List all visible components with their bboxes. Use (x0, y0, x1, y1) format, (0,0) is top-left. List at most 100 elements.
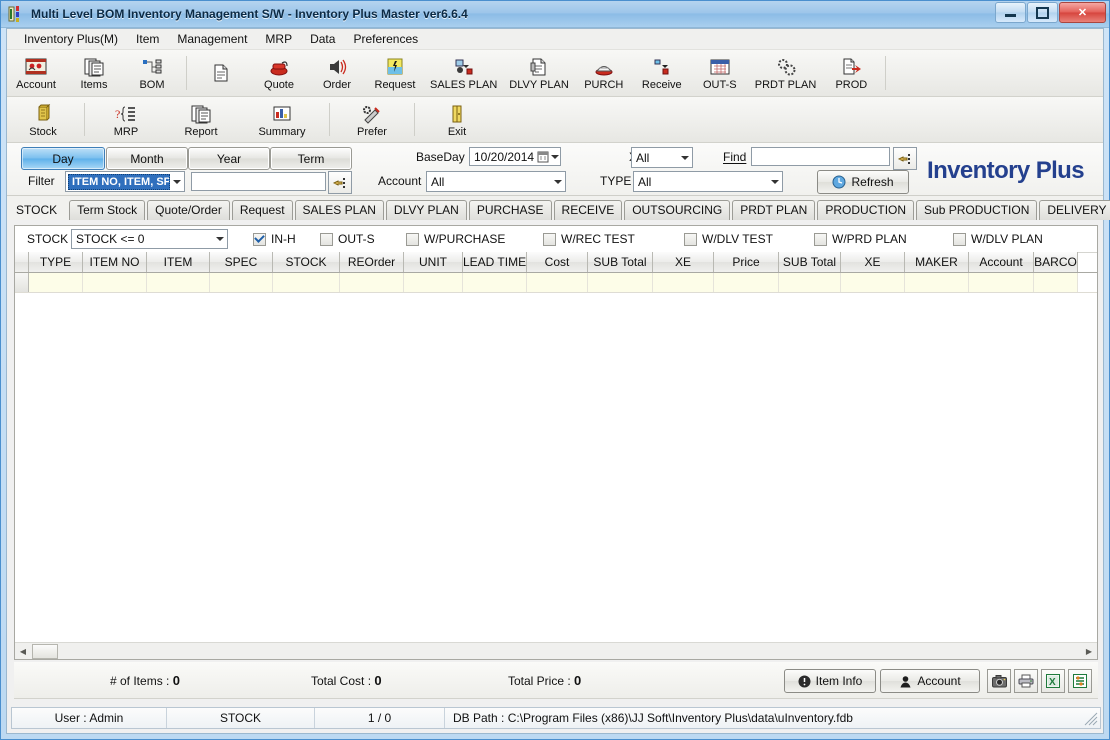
grid-cell[interactable] (147, 273, 210, 292)
grid-header-cell[interactable]: UNIT (404, 252, 463, 272)
tab-purchase[interactable]: PURCHASE (468, 200, 552, 220)
grid-cell[interactable] (463, 273, 527, 292)
tab-delivery[interactable]: DELIVERY (1039, 200, 1110, 220)
account-button[interactable]: Account (880, 669, 980, 693)
toolbar-button-account[interactable]: Account (7, 50, 65, 96)
baseday-dropdown[interactable] (537, 148, 559, 165)
toolbar-button-prefer[interactable]: Prefer (335, 97, 409, 142)
filter-picker-button[interactable] (328, 171, 352, 194)
grid-cell[interactable] (588, 273, 653, 292)
filter-text-input[interactable] (191, 172, 326, 191)
grid-cell[interactable] (841, 273, 905, 292)
account-select[interactable]: All (426, 171, 566, 192)
grid-cell[interactable] (714, 273, 779, 292)
period-button-day[interactable]: Day (21, 147, 105, 170)
toolbar-button-bom[interactable]: BOM (123, 50, 181, 96)
toolbar-button-purchase[interactable]: DLVY PLAN (503, 50, 575, 96)
grid-header-cell[interactable]: STOCK (273, 252, 340, 272)
toolbar-button-quote[interactable] (192, 50, 250, 96)
grid-cell[interactable] (969, 273, 1034, 292)
grid-header-cell[interactable]: Price (714, 252, 779, 272)
toolbar-button-request[interactable]: Order (308, 50, 366, 96)
grid-header-cell[interactable]: Cost (527, 252, 588, 272)
horizontal-scrollbar[interactable]: ◀ ▶ (15, 642, 1097, 659)
xe-select[interactable]: All (631, 147, 693, 168)
find-input[interactable] (751, 147, 890, 166)
tab-request[interactable]: Request (231, 200, 293, 220)
tab-quote-order[interactable]: Quote/Order (147, 200, 230, 220)
checkbox-w-dlv-test[interactable]: W/DLV TEST (684, 232, 773, 246)
close-button[interactable]: ✕ (1059, 2, 1106, 23)
checkbox-w-rec-test[interactable]: W/REC TEST (543, 232, 635, 246)
grid-header-cell[interactable]: MAKER (905, 252, 969, 272)
grid-header-cell[interactable]: ITEM NO (83, 252, 147, 272)
period-button-term[interactable]: Term (270, 147, 352, 170)
maximize-button[interactable] (1027, 2, 1058, 23)
grid-header-cell[interactable]: SUB Total (779, 252, 841, 272)
checkbox-in-h[interactable]: IN-H (253, 232, 296, 246)
toolbar-button-order[interactable]: Quote (250, 50, 308, 96)
grid-cell[interactable] (527, 273, 588, 292)
checkbox-w-prd-plan[interactable]: W/PRD PLAN (814, 232, 907, 246)
grid-cell[interactable] (779, 273, 841, 292)
toolbar-button-summary[interactable]: Summary (240, 97, 324, 142)
period-button-month[interactable]: Month (106, 147, 188, 170)
excel-icon[interactable]: X (1041, 669, 1065, 693)
toolbar-button-report[interactable]: Report (162, 97, 240, 142)
grid-header-cell[interactable]: REOrder (340, 252, 404, 272)
toolbar-button-production[interactable]: PRDT PLAN (749, 50, 823, 96)
toolbar-button-prdt-plan[interactable]: OUT-S (691, 50, 749, 96)
grid-header-cell[interactable]: TYPE (29, 252, 83, 272)
tab-sub-production[interactable]: Sub PRODUCTION (916, 200, 1038, 220)
grid-header-cell[interactable]: BARCO (1034, 252, 1078, 272)
refresh-button[interactable]: Refresh (817, 170, 909, 194)
grid-cell[interactable] (29, 273, 83, 292)
grid-header-cell[interactable]: XE (841, 252, 905, 272)
printer-icon[interactable] (1014, 669, 1038, 693)
menu-item-management[interactable]: Management (168, 30, 256, 48)
menu-item-data[interactable]: Data (301, 30, 344, 48)
grid-cell[interactable] (905, 273, 969, 292)
properties-icon[interactable] (1068, 669, 1092, 693)
tab-dlvy-plan[interactable]: DLVY PLAN (385, 200, 467, 220)
toolbar-button-sales-plan[interactable]: Request (366, 50, 424, 96)
tab-production[interactable]: PRODUCTION (817, 200, 915, 220)
grid-cell[interactable] (273, 273, 340, 292)
menu-item-item[interactable]: Item (127, 30, 168, 48)
tab-receive[interactable]: RECEIVE (553, 200, 623, 220)
toolbar-button-items[interactable]: Items (65, 50, 123, 96)
grid-header-cell[interactable]: ITEM (147, 252, 210, 272)
toolbar-button-receive[interactable]: PURCH (575, 50, 633, 96)
grid-row-selector[interactable] (15, 273, 29, 292)
grid-cell[interactable] (653, 273, 714, 292)
filter-select[interactable]: ITEM NO, ITEM, SP (65, 171, 185, 192)
menu-item-mrp[interactable]: MRP (256, 30, 301, 48)
checkbox-w-purchase[interactable]: W/PURCHASE (406, 232, 505, 246)
grid-header-cell[interactable]: SUB Total (588, 252, 653, 272)
tab-prdt-plan[interactable]: PRDT PLAN (732, 200, 816, 220)
item-info-button[interactable]: Item Info (784, 669, 876, 693)
type-select[interactable]: All (633, 171, 783, 192)
grid-header-cell[interactable]: LEAD TIME (463, 252, 527, 272)
tab-outsourcing[interactable]: OUTSOURCING (624, 200, 731, 220)
resize-grip[interactable] (1084, 712, 1098, 726)
tab-term-stock[interactable]: Term Stock (69, 200, 146, 220)
tab-sales-plan[interactable]: SALES PLAN (294, 200, 384, 220)
grid-cell[interactable] (340, 273, 404, 292)
find-picker-button[interactable] (893, 147, 917, 170)
grid-cell[interactable] (83, 273, 147, 292)
scroll-right-arrow[interactable]: ▶ (1081, 643, 1097, 659)
scroll-left-arrow[interactable]: ◀ (15, 643, 31, 659)
grid-header-cell[interactable]: Account (969, 252, 1034, 272)
menu-item-preferences[interactable]: Preferences (344, 30, 427, 48)
camera-icon[interactable] (987, 669, 1011, 693)
grid-cell[interactable] (1034, 273, 1078, 292)
toolbar-button-exit[interactable]: Exit (420, 97, 494, 142)
menu-item-inventory-plus[interactable]: Inventory Plus(M) (15, 30, 127, 48)
checkbox-out-s[interactable]: OUT-S (320, 232, 375, 246)
grid-header-cell[interactable]: SPEC (210, 252, 273, 272)
grid-header-cell[interactable]: XE (653, 252, 714, 272)
grid-cell[interactable] (210, 273, 273, 292)
toolbar-button-dlvy-plan[interactable]: SALES PLAN (424, 50, 503, 96)
toolbar-button-out-s[interactable]: Receive (633, 50, 691, 96)
